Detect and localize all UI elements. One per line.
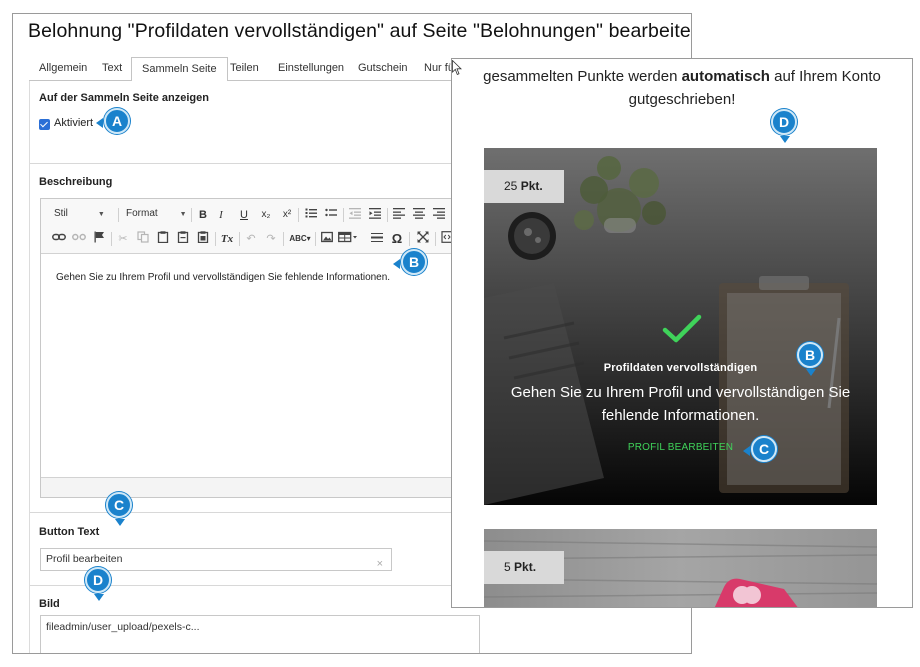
tab-sammeln-seite[interactable]: Sammeln Seite [131,57,228,82]
cut-off-text [452,59,912,68]
marker-a: A [96,108,130,134]
marker-b-editor: B [393,249,427,275]
toolbar-divider [343,208,344,222]
chevron-down-icon: ▼ [179,211,187,218]
activated-label[interactable]: Aktiviert [54,117,93,129]
special-char-button[interactable]: Ω [389,231,405,247]
marker-c-preview: C [743,436,777,462]
intro-text-line1: gesammelten Punkte werden automatisch au… [452,68,912,85]
toolbar-divider [435,232,436,246]
points-unit: Pkt. [514,560,537,574]
paste-word-icon[interactable] [195,231,211,247]
image-label: Bild [39,598,60,610]
maximize-icon[interactable] [415,231,431,247]
table-icon[interactable] [337,231,359,247]
paste-icon[interactable] [155,231,171,247]
mouse-cursor-icon [452,60,462,76]
style-select[interactable]: Stil ▼ [54,208,105,219]
tab-teilen[interactable]: Teilen [220,57,269,81]
unlink-icon[interactable] [71,231,87,247]
format-select-label: Format [126,208,158,219]
underline-button[interactable]: U [236,207,252,223]
toolbar-divider [387,208,388,222]
toolbar-divider [215,232,216,246]
activated-checkbox[interactable] [39,119,50,130]
description-label: Beschreibung [39,176,113,188]
button-text-label: Button Text [39,526,100,538]
clear-format-button[interactable]: Tx [219,231,235,247]
redo-icon[interactable]: ↷ [263,231,279,247]
marker-d-editor: D [85,567,111,601]
numbered-list-icon[interactable] [303,207,319,223]
page-title: Belohnung "Profildaten vervollständigen"… [28,20,692,42]
intro-text-part: gesammelten Punkte werden [483,68,682,85]
reward-card-second[interactable]: 5 Pkt. [484,529,877,607]
horizontal-rule-icon[interactable] [369,231,385,247]
frontend-preview-panel: gesammelten Punkte werden automatisch au… [451,58,913,608]
align-left-icon[interactable] [391,207,407,223]
italic-button[interactable]: I [213,207,229,223]
marker-b-preview: B [797,342,823,376]
points-unit: Pkt. [520,179,543,193]
link-icon[interactable] [51,231,67,247]
intro-text-bold: automatisch [681,68,770,85]
tab-text[interactable]: Text [92,57,132,81]
toolbar-divider [298,208,299,222]
rich-text-editor: Stil ▼ Format ▼ B I U x₂ x² ✂ Tx ↶ ↷ ABC… [40,198,471,498]
align-right-icon[interactable] [431,207,447,223]
points-badge: 25 Pkt. [484,170,564,203]
rte-content[interactable]: Gehen Sie zu Ihrem Profil und vervollstä… [56,272,390,283]
toolbar-divider [111,232,112,246]
subscript-button[interactable]: x₂ [258,207,274,223]
spellcheck-icon[interactable]: ABC▾ [289,231,311,247]
button-text-value: Profil bearbeiten [46,553,123,565]
tab-gutschein[interactable]: Gutschein [348,57,418,81]
marker-c-editor: C [106,492,132,526]
toolbar-divider [118,208,119,222]
points-value: 5 [504,560,511,574]
style-select-label: Stil [54,208,68,219]
toolbar-divider [283,232,284,246]
bullet-list-icon[interactable] [323,207,339,223]
cut-icon[interactable]: ✂ [115,231,131,247]
undo-icon[interactable]: ↶ [243,231,259,247]
indent-icon[interactable] [367,207,383,223]
rte-statusbar [41,477,471,497]
bold-button[interactable]: B [195,207,211,223]
align-center-icon[interactable] [411,207,427,223]
show-section-label: Auf der Sammeln Seite anzeigen [39,92,209,104]
tab-einstellungen[interactable]: Einstellungen [268,57,354,81]
intro-text-line2: gutgeschrieben! [628,91,736,108]
checkmark-icon [662,314,702,343]
points-badge: 5 Pkt. [484,551,564,584]
format-select[interactable]: Format ▼ [126,208,187,219]
points-value: 25 [504,179,518,193]
edit-profile-link[interactable]: PROFIL BEARBEITEN [484,442,877,453]
toolbar-divider [409,232,410,246]
card-description: Gehen Sie zu Ihrem Profil und vervollstä… [510,384,851,424]
clear-icon[interactable]: × [377,554,383,575]
image-icon[interactable] [319,231,335,247]
rte-toolbar: Stil ▼ Format ▼ B I U x₂ x² ✂ Tx ↶ ↷ ABC… [41,199,471,254]
outdent-icon[interactable] [347,207,363,223]
toolbar-divider [315,232,316,246]
reward-card-profile[interactable]: 25 Pkt. Profildaten vervollständigen Geh… [484,148,877,505]
intro-text-part: auf Ihrem Konto [769,68,881,85]
toolbar-divider [239,232,240,246]
toolbar-divider [191,208,192,222]
tab-allgemein[interactable]: Allgemein [29,57,97,81]
marker-d-preview: D [771,109,797,143]
chevron-down-icon: ▼ [97,211,105,218]
superscript-button[interactable]: x² [279,207,295,223]
image-path-field[interactable]: fileadmin/user_upload/pexels-c... [40,615,480,653]
copy-icon[interactable] [135,231,151,247]
paste-text-icon[interactable] [175,231,191,247]
screenshot-stage: Belohnung "Profildaten vervollständigen"… [0,0,920,667]
anchor-flag-icon[interactable] [91,231,107,247]
